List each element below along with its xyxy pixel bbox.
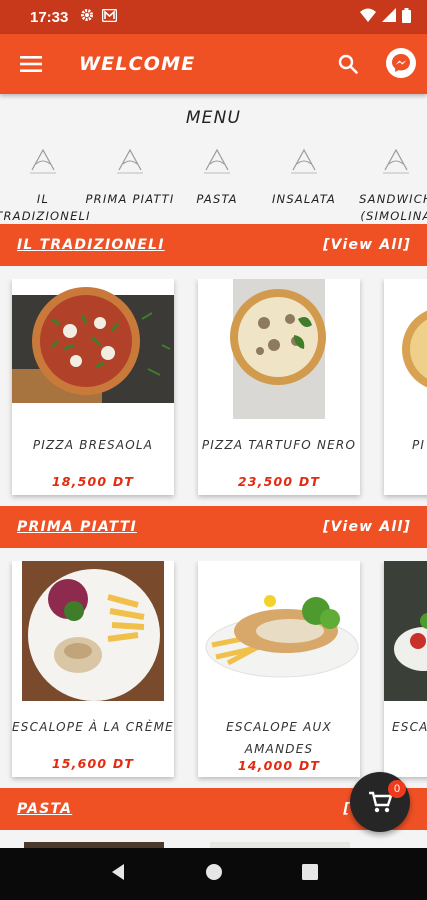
restaurant-logo-icon — [383, 148, 409, 174]
product-card[interactable]: ESCA — [384, 561, 427, 777]
signal-icon — [382, 8, 396, 26]
product-price: 23,500 DT — [237, 474, 321, 489]
product-card[interactable]: PI — [384, 279, 427, 495]
product-name: ESCALOPE À LA CRÈME — [12, 720, 174, 734]
product-name: ESCA — [392, 720, 427, 734]
wifi-icon — [360, 8, 376, 26]
category-item[interactable]: PRIMA PIATTI — [80, 144, 180, 208]
restaurant-logo-icon — [30, 148, 56, 174]
product-card[interactable]: PIZZA BRESAOLA 18,500 DT — [12, 279, 174, 495]
section-header: PRIMA PIATTI [View All] — [0, 506, 427, 548]
dish-image — [384, 561, 427, 701]
page-title: WELCOME — [79, 53, 196, 75]
dish-image — [12, 561, 174, 701]
messenger-icon — [392, 54, 410, 72]
battery-icon — [402, 7, 411, 27]
product-row: ESCALOPE À LA CRÈME 15,600 DT ESCALOPE A… — [0, 561, 427, 791]
status-time: 17:33 — [30, 8, 69, 26]
pizza-image — [12, 279, 174, 419]
product-price: 18,500 DT — [51, 474, 135, 489]
category-label: INSALATA — [271, 192, 337, 206]
product-name: PIZZA TARTUFO NERO — [201, 438, 357, 452]
cart-icon — [369, 791, 392, 813]
category-label: PRIMA PIATTI — [85, 192, 175, 206]
search-button[interactable] — [330, 46, 366, 82]
section-header: IL TRADIZIONELI [View All] — [0, 224, 427, 266]
product-row: PIZZA BRESAOLA 18,500 DT PIZZA TARTUFO N… — [0, 279, 427, 509]
search-icon — [338, 54, 358, 74]
menu-heading: MENU — [185, 108, 242, 128]
category-item[interactable]: SANDWICH (SIMOLINA — [341, 144, 427, 225]
pizza-image — [384, 279, 427, 419]
category-strip: IL TRADIZIONELI PRIMA PIATTI PASTA INSAL… — [0, 144, 427, 226]
hamburger-icon — [20, 56, 42, 72]
restaurant-logo-icon — [291, 148, 317, 174]
category-label: PASTA — [196, 192, 238, 206]
recents-button[interactable] — [301, 863, 318, 885]
system-navigation-bar — [0, 848, 427, 900]
back-icon — [111, 863, 124, 880]
product-card[interactable]: ESCALOPE À LA CRÈME 15,600 DT — [12, 561, 174, 777]
home-button[interactable] — [205, 863, 223, 886]
product-name: ESCALOPE AUX AMANDES — [226, 720, 332, 756]
product-card[interactable]: ESCALOPE AUX AMANDES 14,000 DT — [198, 561, 360, 777]
back-button[interactable] — [110, 863, 126, 886]
home-icon — [205, 863, 222, 880]
view-all-link[interactable]: [View All] — [323, 519, 411, 535]
category-item[interactable]: PASTA — [167, 144, 267, 208]
restaurant-logo-icon — [117, 148, 143, 174]
product-name: PIZZA BRESAOLA — [32, 438, 154, 452]
m-icon — [102, 8, 118, 26]
cart-button[interactable]: 0 — [350, 772, 410, 832]
pizza-image — [198, 279, 360, 419]
dish-image — [198, 561, 360, 701]
hamburger-menu-button[interactable] — [0, 34, 62, 94]
app-bar: WELCOME — [0, 34, 427, 94]
gear-icon — [80, 8, 94, 26]
status-bar: 17:33 — [0, 0, 427, 34]
cart-count-badge: 0 — [388, 780, 406, 798]
view-all-link[interactable]: [View All] — [323, 237, 411, 253]
section-title[interactable]: PASTA — [17, 801, 72, 817]
product-card[interactable]: PIZZA TARTUFO NERO 23,500 DT — [198, 279, 360, 495]
recents-icon — [301, 863, 318, 880]
category-item[interactable]: INSALATA — [254, 144, 354, 208]
product-name: PI — [412, 438, 426, 452]
product-price: 14,000 DT — [237, 758, 321, 773]
restaurant-logo-icon — [204, 148, 230, 174]
category-label: SANDWICH (SIMOLINA — [359, 192, 427, 223]
product-price: 15,600 DT — [51, 756, 135, 771]
messenger-button[interactable] — [386, 48, 416, 78]
section-title[interactable]: IL TRADIZIONELI — [17, 237, 165, 253]
section-title[interactable]: PRIMA PIATTI — [17, 519, 137, 535]
